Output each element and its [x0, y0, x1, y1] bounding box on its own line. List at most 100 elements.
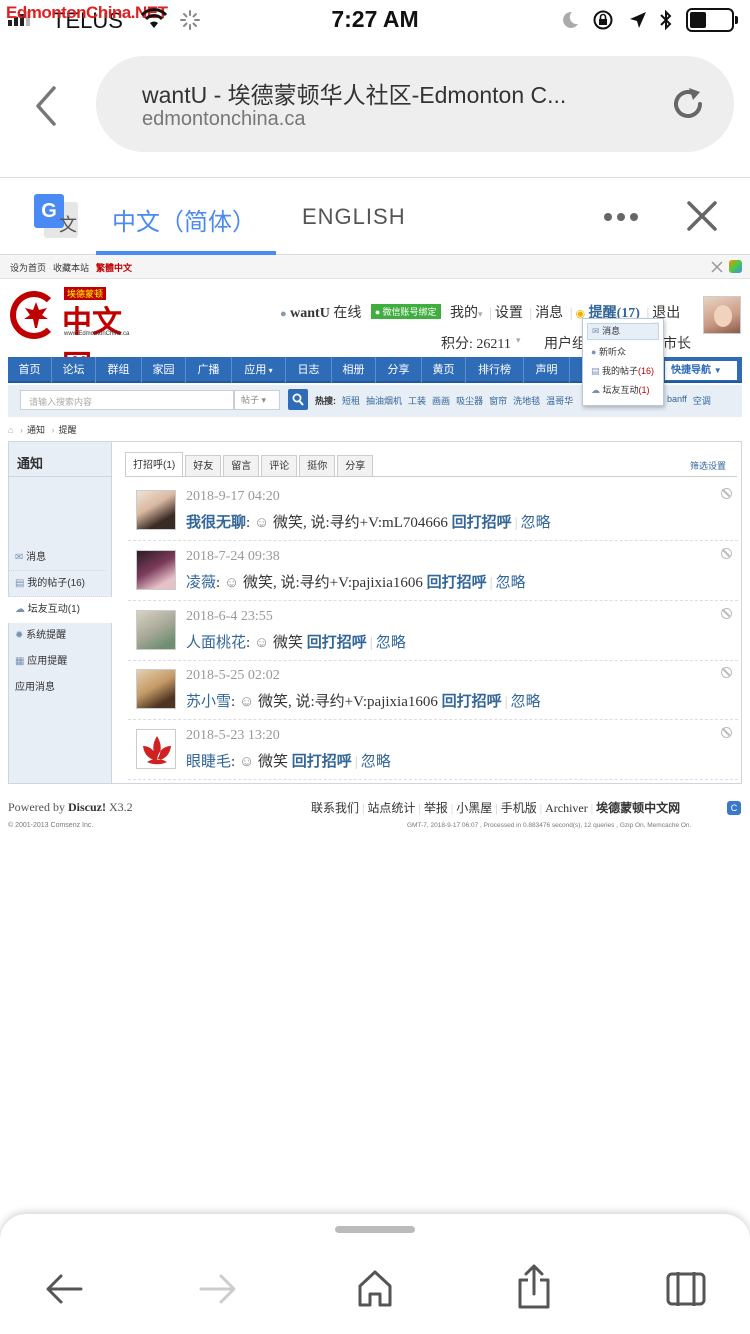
search-type-select[interactable]: 帖子 ▾: [234, 390, 280, 410]
nav-item[interactable]: 声明: [524, 357, 570, 383]
tabs-icon[interactable]: [664, 1268, 708, 1308]
user-avatar[interactable]: [703, 296, 741, 334]
hot-search-term[interactable]: 短租: [342, 394, 360, 407]
footer-link[interactable]: 举报: [424, 801, 448, 815]
tab-notice-type[interactable]: 留言: [223, 455, 260, 477]
footer-link[interactable]: 联系我们: [311, 801, 359, 815]
bookmark-link[interactable]: 收藏本站: [53, 261, 89, 274]
site-logo[interactable]: 埃德蒙顿 中文网 www.EdmontonChina.ca: [8, 287, 148, 384]
hot-search-term[interactable]: 窗帘: [489, 394, 507, 407]
mine-menu[interactable]: 我的: [450, 306, 478, 321]
style-switcher-icon[interactable]: [729, 260, 742, 273]
sidebar-item-messages[interactable]: ✉ 消息: [8, 545, 106, 571]
back-arrow-icon[interactable]: [44, 1272, 84, 1306]
tab-notice-type[interactable]: 分享: [337, 455, 374, 477]
back-chevron-icon[interactable]: [32, 84, 60, 128]
hot-search-term[interactable]: 工装: [408, 394, 426, 407]
settings-link[interactable]: 设置: [495, 306, 523, 321]
close-icon[interactable]: [686, 200, 718, 232]
delete-notice-icon[interactable]: [721, 607, 732, 619]
ignore-link[interactable]: 忽略: [496, 575, 526, 591]
nav-item[interactable]: 群组: [96, 357, 142, 383]
username-link[interactable]: wantU: [290, 306, 330, 321]
sidebar-item-app-reminders[interactable]: ▦ 应用提醒: [8, 649, 106, 675]
user-group-link[interactable]: 用户组: [544, 333, 586, 353]
hot-search-term[interactable]: 空调: [693, 394, 711, 407]
nav-item[interactable]: 黄页: [422, 357, 466, 383]
expand-icon[interactable]: [711, 261, 723, 273]
tab-notice-type[interactable]: 挺你: [299, 455, 336, 477]
sidebar-item-my-posts[interactable]: ▤ 我的帖子(16): [8, 571, 106, 597]
nav-item[interactable]: 应用 ▾: [232, 357, 286, 383]
reply-greeting-link[interactable]: 回打招呼: [307, 635, 367, 651]
delete-notice-icon[interactable]: [721, 547, 732, 559]
breadcrumb-reminder[interactable]: 提醒: [58, 425, 76, 435]
address-field[interactable]: wantU - 埃德蒙顿华人社区-Edmonton C... edmontonc…: [96, 56, 734, 152]
quick-nav-button[interactable]: 快捷导航 ▼: [665, 361, 737, 380]
reply-greeting-link[interactable]: 回打招呼: [452, 515, 512, 531]
footer-link[interactable]: 小黑屋: [456, 801, 492, 815]
sender-avatar[interactable]: [136, 609, 176, 650]
search-input[interactable]: 请输入搜索内容: [20, 390, 234, 410]
hot-search-term[interactable]: 洗地毯: [513, 394, 540, 407]
tab-chinese[interactable]: 中文（简体）: [96, 178, 276, 255]
messages-link[interactable]: 消息: [535, 306, 563, 321]
reload-icon[interactable]: [670, 86, 706, 122]
nav-item[interactable]: 分享: [376, 357, 422, 383]
footer-site-link[interactable]: 埃德蒙顿中文网: [596, 801, 680, 815]
wechat-bind-button[interactable]: ● 微信账号绑定: [370, 304, 441, 319]
tab-notice-type[interactable]: 评论: [261, 455, 298, 477]
sender-link[interactable]: 凌薇: [186, 575, 216, 591]
sender-link[interactable]: 眼睫毛: [186, 754, 231, 770]
home-icon[interactable]: [356, 1268, 394, 1308]
hot-search-term[interactable]: 抽油烟机: [366, 394, 402, 407]
sidebar-item-system[interactable]: ✹ 系统提醒: [8, 623, 106, 649]
hot-search-term[interactable]: 画画: [432, 394, 450, 407]
tab-notice-type[interactable]: 好友: [185, 455, 222, 477]
hot-search-term[interactable]: 吸尘器: [456, 394, 483, 407]
reply-greeting-link[interactable]: 回打招呼: [442, 694, 502, 710]
tab-english[interactable]: ENGLISH: [302, 204, 406, 230]
sender-avatar[interactable]: [136, 549, 176, 590]
sender-avatar[interactable]: [136, 729, 176, 770]
delete-notice-icon[interactable]: [721, 667, 732, 679]
footer-link[interactable]: 手机版: [501, 801, 537, 815]
nav-item[interactable]: 排行榜: [466, 357, 524, 383]
points-display[interactable]: 积分: 26211: [441, 333, 511, 353]
hot-search-term[interactable]: 温哥华: [546, 394, 573, 407]
sender-link[interactable]: 苏小雪: [186, 694, 231, 710]
dropdown-item-messages[interactable]: ✉ 消息: [587, 323, 659, 340]
sender-avatar[interactable]: [136, 490, 176, 530]
nav-item[interactable]: 相册: [332, 357, 376, 383]
tab-greeting[interactable]: 打招呼(1): [125, 452, 184, 477]
share-icon[interactable]: [515, 1264, 553, 1310]
breadcrumb-notice[interactable]: 通知: [27, 425, 45, 435]
set-home-link[interactable]: 设为首页: [10, 261, 46, 274]
delete-notice-icon[interactable]: [721, 488, 732, 499]
forward-arrow-icon[interactable]: [198, 1272, 238, 1306]
reply-greeting-link[interactable]: 回打招呼: [427, 575, 487, 591]
discuz-link[interactable]: Discuz!: [68, 800, 106, 814]
sender-link[interactable]: 人面桃花: [186, 635, 246, 651]
nav-item[interactable]: 首页: [8, 357, 52, 383]
sender-link[interactable]: 我很无聊: [186, 515, 246, 531]
delete-notice-icon[interactable]: [721, 727, 732, 739]
drag-handle[interactable]: [335, 1226, 415, 1233]
hot-search-term[interactable]: banff: [667, 394, 687, 407]
nav-item[interactable]: 家园: [142, 357, 186, 383]
ignore-link[interactable]: 忽略: [376, 635, 406, 651]
sidebar-item-interactions[interactable]: ☁ 坛友互动(1): [8, 597, 112, 623]
sender-avatar[interactable]: [136, 669, 176, 710]
ignore-link[interactable]: 忽略: [361, 754, 391, 770]
sidebar-item-app-messages[interactable]: 应用消息: [8, 675, 106, 701]
nav-item[interactable]: 广播: [186, 357, 232, 383]
ignore-link[interactable]: 忽略: [511, 694, 541, 710]
home-icon[interactable]: ⌂: [8, 425, 13, 435]
search-button[interactable]: [288, 389, 308, 410]
footer-link[interactable]: Archiver: [545, 801, 588, 815]
more-options-icon[interactable]: [604, 213, 638, 221]
filter-settings-link[interactable]: 筛选设置: [690, 459, 726, 472]
nav-item[interactable]: 日志: [286, 357, 332, 383]
dropdown-item-new-followers[interactable]: ● 新听众: [591, 345, 626, 359]
nav-item[interactable]: 论坛: [52, 357, 96, 383]
